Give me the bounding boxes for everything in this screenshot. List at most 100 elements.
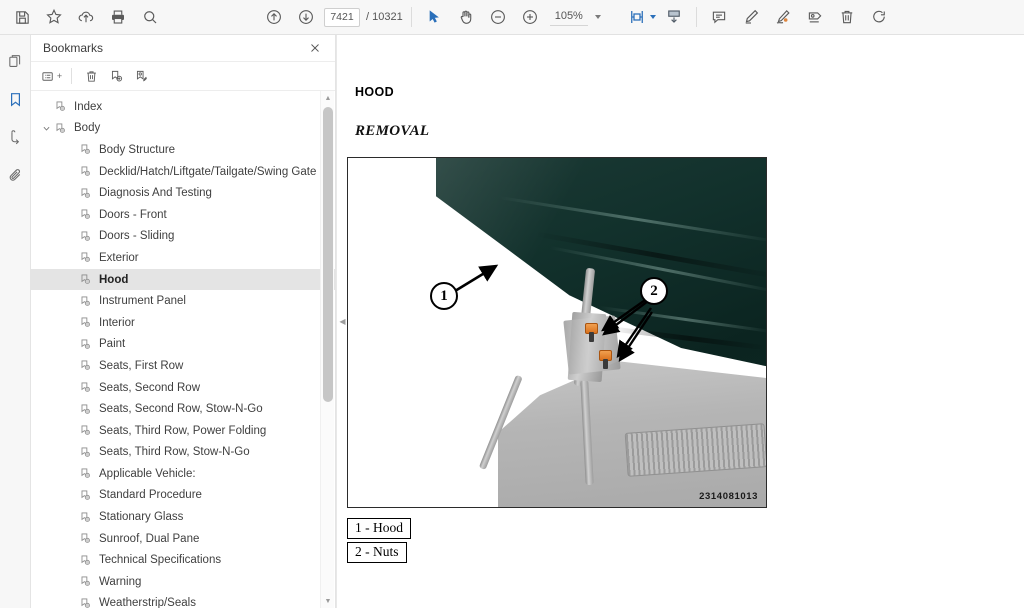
chevron-down-icon[interactable] [39, 121, 54, 135]
comment-button[interactable] [703, 2, 735, 32]
select-tool-button[interactable] [418, 2, 450, 32]
bookmark-item[interactable]: Technical Specifications [31, 549, 335, 571]
edit-bookmark-button[interactable] [129, 65, 154, 88]
delete-bookmark-button[interactable] [79, 65, 104, 88]
page-indicator: / 10321 [324, 7, 403, 27]
new-bookmark-button[interactable] [104, 65, 129, 88]
document-viewer[interactable]: ◀ HOOD REMOVAL 1 2 2314081013 1 - Hood 2… [336, 35, 1024, 608]
bookmarks-scrollbar[interactable]: ▲ ▼ [320, 91, 334, 608]
zoom-out-button[interactable] [482, 2, 514, 32]
signature-button[interactable] [767, 2, 799, 32]
bookmark-icon [79, 511, 96, 524]
bookmark-label: Technical Specifications [99, 554, 222, 567]
bookmark-icon [79, 597, 96, 608]
bookmark-item[interactable]: Instrument Panel [31, 290, 335, 312]
next-page-button[interactable] [290, 2, 322, 32]
bookmark-icon [79, 165, 96, 178]
bookmark-label: Sunroof, Dual Pane [99, 532, 200, 545]
bookmark-item[interactable]: Body Structure [31, 139, 335, 161]
stamp-button[interactable] [799, 2, 831, 32]
bookmark-icon [79, 273, 96, 286]
bookmark-item[interactable]: Seats, Second Row [31, 377, 335, 399]
legend-item-1: 1 - Hood [347, 518, 411, 539]
chevron-down-icon[interactable] [594, 15, 601, 19]
page-scroll-mode-button[interactable] [658, 2, 690, 32]
close-icon[interactable] [305, 38, 325, 58]
bookmark-item[interactable]: Warning [31, 571, 335, 593]
collapse-panel-handle[interactable]: ◀ [337, 299, 348, 345]
bookmark-icon [79, 554, 96, 567]
bookmark-item[interactable]: Seats, Third Row, Stow-N-Go [31, 442, 335, 464]
bookmark-icon [79, 424, 96, 437]
bookmark-item[interactable]: Seats, Second Row, Stow-N-Go [31, 398, 335, 420]
favorite-button[interactable] [38, 2, 70, 32]
trash-button[interactable] [831, 2, 863, 32]
chevron-down-icon-fit[interactable] [649, 15, 656, 19]
thumbnails-button[interactable] [2, 46, 28, 76]
search-button[interactable] [134, 2, 166, 32]
bookmark-item[interactable]: Paint [31, 334, 335, 356]
bookmarks-button[interactable] [2, 84, 28, 114]
rotate-button[interactable] [863, 2, 895, 32]
bookmark-item[interactable]: Interior [31, 312, 335, 334]
file-tools-group [6, 2, 166, 32]
bookmark-item[interactable]: Sunroof, Dual Pane [31, 528, 335, 550]
navigation-rail [0, 35, 31, 608]
previous-page-button[interactable] [258, 2, 290, 32]
bookmark-item[interactable]: Applicable Vehicle: [31, 463, 335, 485]
fit-page-button[interactable] [621, 2, 653, 32]
pan-tool-button[interactable] [450, 2, 482, 32]
bookmark-label: Seats, Second Row [99, 381, 201, 394]
paperclip-button[interactable] [2, 160, 28, 190]
zoom-in-button[interactable] [514, 2, 546, 32]
bookmark-item[interactable]: Hood [31, 268, 335, 291]
zoom-level-value[interactable]: 105% [549, 8, 588, 26]
save-button[interactable] [6, 2, 38, 32]
bookmark-options-button[interactable]: + [39, 65, 64, 88]
bookmark-item[interactable]: Exterior [31, 247, 335, 269]
bookmark-item[interactable]: Seats, First Row [31, 355, 335, 377]
bookmark-item[interactable]: Doors - Sliding [31, 226, 335, 248]
scrollbar-thumb[interactable] [323, 107, 333, 402]
cloud-upload-button[interactable] [70, 2, 102, 32]
bookmarks-panel-title: Bookmarks [43, 41, 104, 55]
bookmark-item[interactable]: Decklid/Hatch/Liftgate/Tailgate/Swing Ga… [31, 161, 335, 183]
view-tools-group: 105% [418, 2, 603, 32]
bookmark-label: Interior [99, 316, 135, 329]
highlighter-button[interactable] [735, 2, 767, 32]
scroll-up-icon[interactable]: ▲ [321, 91, 335, 105]
bookmark-item[interactable]: Index [31, 96, 335, 118]
zoom-level-control[interactable]: 105% [549, 8, 603, 26]
bookmark-item[interactable]: Weatherstrip/Seals [31, 593, 335, 608]
print-button[interactable] [102, 2, 134, 32]
bookmark-item[interactable]: Body [31, 118, 335, 140]
page-number-input[interactable] [324, 7, 360, 27]
callout-arrows [454, 264, 653, 362]
figure-part-number: 2314081013 [699, 491, 758, 502]
callout-1-number: 1 [440, 287, 448, 304]
bookmark-item[interactable]: Doors - Front [31, 204, 335, 226]
bookmark-item[interactable]: Standard Procedure [31, 485, 335, 507]
bookmarks-tree[interactable]: Index Body Body Structure Decklid/Hatch/Lif… [31, 91, 335, 608]
scroll-down-icon[interactable]: ▼ [321, 594, 335, 608]
bookmark-icon [79, 381, 96, 394]
plus-glyph: + [56, 70, 63, 81]
bookmark-item[interactable]: Stationary Glass [31, 506, 335, 528]
bookmark-item[interactable]: Seats, Third Row, Power Folding [31, 420, 335, 442]
annotation-tools-group [703, 2, 895, 32]
bookmark-item[interactable]: Diagnosis And Testing [31, 182, 335, 204]
bookmark-label: Exterior [99, 251, 139, 264]
signature-flow-button[interactable] [2, 122, 28, 152]
